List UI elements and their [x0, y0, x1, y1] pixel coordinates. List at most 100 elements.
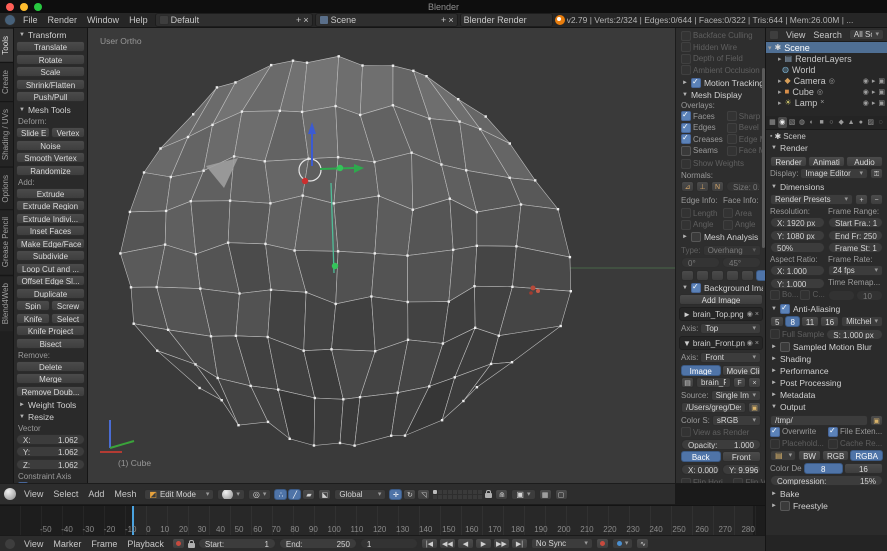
play-reverse-icon[interactable]: ◀ — [457, 538, 474, 549]
tab-constraints-icon[interactable]: ○ — [827, 117, 836, 128]
resolution-x-field[interactable]: X: 1920 px — [770, 217, 825, 228]
aa-filter-selector[interactable]: Mitchell-Net... ▾ — [841, 316, 883, 327]
antialiasing-checkbox[interactable] — [780, 304, 790, 314]
cache-result-checkbox[interactable] — [828, 439, 838, 449]
expander-icon[interactable]: ▸ — [778, 88, 782, 96]
align-view-icon[interactable] — [756, 270, 765, 281]
freestyle-panel-header[interactable]: ► Freestyle — [768, 500, 885, 512]
render-action-button[interactable]: Animati — [808, 156, 845, 167]
timeline[interactable]: -50-40-30-20-100102030405060708090100110… — [0, 505, 765, 535]
info-menu-item[interactable]: Window — [82, 15, 124, 25]
tab-physics-icon[interactable]: ◌ — [876, 117, 885, 128]
tool-button[interactable]: Remove Doub... — [16, 386, 85, 397]
align-view-icon[interactable] — [741, 270, 754, 281]
tab-material-icon[interactable]: ● — [856, 117, 865, 128]
output-path-field[interactable]: /tmp/ — [770, 415, 868, 426]
next-keyframe-icon[interactable]: ▶▶ — [493, 538, 510, 549]
file-extensions-checkbox[interactable] — [828, 427, 838, 437]
info-menu-item[interactable]: Help — [124, 15, 153, 25]
record-icon[interactable] — [172, 538, 185, 549]
checkbox[interactable] — [727, 146, 737, 156]
offset-x-field[interactable]: X: 0.000 — [681, 464, 720, 475]
collapsed-panel-header[interactable]: ► Shading — [768, 353, 885, 365]
bg-image-entry-header[interactable]: ► brain_Top.png ◉ × — [679, 307, 763, 321]
color-mode-button[interactable]: RGB — [822, 450, 849, 461]
toolshelf-tab[interactable]: Create — [0, 62, 13, 101]
toolshelf-tab[interactable]: Options — [0, 167, 13, 210]
frame-step-field[interactable]: Frame St: 1 — [828, 242, 883, 253]
checkbox[interactable] — [723, 208, 733, 218]
frame-start-field[interactable]: Start Fra.: 1 — [828, 217, 883, 228]
image-datablock-field[interactable]: brain_Fron... — [696, 377, 731, 388]
outliner-row-world[interactable]: ◍ World — [766, 64, 887, 75]
mesh-display-panel-header[interactable]: ▼ Mesh Display — [679, 89, 763, 101]
tool-button[interactable]: Smooth Vertex — [16, 152, 85, 163]
layers-widget[interactable] — [433, 490, 482, 499]
close-icon[interactable]: × — [755, 340, 759, 347]
checkbox[interactable] — [681, 54, 691, 64]
view-as-render-checkbox[interactable] — [681, 427, 691, 437]
viewport-menu-item[interactable]: Add — [83, 489, 109, 499]
lock-icon[interactable] — [485, 493, 492, 498]
expander-icon[interactable]: ▸ — [778, 99, 782, 107]
timeline-ruler[interactable]: -50-40-30-20-100102030405060708090100110… — [40, 525, 755, 534]
expander-icon[interactable]: ▸ — [778, 55, 782, 63]
vector-field[interactable]: X:1.062 — [16, 434, 85, 445]
remap-new-field[interactable]: 10 — [856, 290, 883, 301]
full-sample-checkbox[interactable] — [770, 329, 780, 339]
tool-button[interactable]: Translate — [16, 41, 85, 52]
add-scene-icon[interactable]: + — [441, 15, 446, 25]
delete-layout-icon[interactable]: × — [303, 15, 308, 25]
timeline-menu-item[interactable]: Marker — [48, 539, 86, 549]
tab-renderlayers-icon[interactable]: ▧ — [788, 117, 797, 128]
motion-blur-checkbox[interactable] — [780, 342, 790, 352]
selectable-icon[interactable]: ▸ — [872, 99, 876, 107]
info-menu-item[interactable]: Render — [43, 15, 83, 25]
screen-layout-selector[interactable]: Default + × — [155, 13, 313, 27]
fps-selector[interactable]: 24 fps ▾ — [828, 265, 883, 276]
remap-old-field[interactable] — [828, 290, 855, 301]
outliner-row-lamp[interactable]: ▸ ☀ Lamp × ◉ ▸ ▣ — [766, 97, 887, 108]
info-checkbox-row[interactable]: Angle — [723, 220, 761, 230]
outliner-row-cube[interactable]: ▸ ■ Cube ◎ ◉ ▸ ▣ — [766, 86, 887, 97]
render-opengl-anim-icon[interactable]: ▢ — [555, 489, 568, 500]
checkbox[interactable] — [681, 220, 691, 230]
image-path-field[interactable]: /Users/greg/Des... — [681, 402, 746, 413]
tool-button[interactable]: Randomize — [16, 165, 85, 176]
resolution-percent-field[interactable]: 50% — [770, 242, 825, 253]
limit-to-visible-icon[interactable]: ⬕ — [318, 489, 331, 500]
orientation-selector[interactable]: Global ▾ — [334, 489, 386, 500]
collapsed-panel-header[interactable]: ► Post Processing — [768, 377, 885, 389]
bg-source-tab[interactable]: Image — [681, 365, 721, 376]
tool-button[interactable]: Loop Cut and ... — [16, 263, 85, 274]
color-depth-button[interactable]: 8 — [804, 463, 843, 474]
render-presets-selector[interactable]: Render Presets ▾ — [770, 194, 853, 205]
crop-checkbox[interactable] — [800, 290, 810, 300]
tool-button[interactable]: Bisect — [16, 338, 85, 349]
motion-tracking-checkbox[interactable] — [691, 78, 701, 88]
colorspace-selector[interactable]: sRGB ▾ — [712, 415, 761, 426]
aspect-y-field[interactable]: Y: 1.000 — [770, 278, 825, 289]
viewport-3d[interactable]: User Ortho (1) Cube — [88, 28, 675, 483]
tool-button[interactable]: Shrink/Flatten — [16, 79, 85, 90]
checkbox[interactable] — [727, 111, 737, 121]
offset-y-field[interactable]: Y: 9.996 — [722, 464, 761, 475]
selectable-icon[interactable]: ▸ — [872, 88, 876, 96]
close-icon[interactable]: × — [755, 311, 759, 318]
compression-slider[interactable]: Compression: 15% — [770, 475, 883, 486]
output-panel-header[interactable]: ▼ Output — [768, 401, 885, 413]
sampled-motion-blur-panel-header[interactable]: ► Sampled Motion Blur — [768, 341, 885, 353]
align-view-icon[interactable] — [681, 270, 694, 281]
info-checkbox-row[interactable]: Area — [723, 208, 761, 218]
outliner-row-renderlayers[interactable]: ▸ ▤ RenderLayers — [766, 53, 887, 64]
expander-icon[interactable]: ▸ — [778, 77, 782, 85]
overlay-checkbox-row[interactable]: Seams — [681, 146, 723, 156]
play-icon[interactable]: ▶ — [475, 538, 492, 549]
lock-icon[interactable] — [188, 543, 195, 548]
normals-size-field[interactable]: Size: 0.10 — [726, 181, 761, 192]
renderable-icon[interactable]: ▣ — [878, 88, 885, 96]
mode-selector[interactable]: ◩ Edit Mode ▾ — [144, 489, 214, 500]
eye-icon[interactable]: ◉ — [863, 99, 869, 107]
source-selector[interactable]: Single Image ▾ — [711, 390, 761, 401]
overlay-checkbox-row[interactable]: Sharp — [727, 111, 765, 121]
